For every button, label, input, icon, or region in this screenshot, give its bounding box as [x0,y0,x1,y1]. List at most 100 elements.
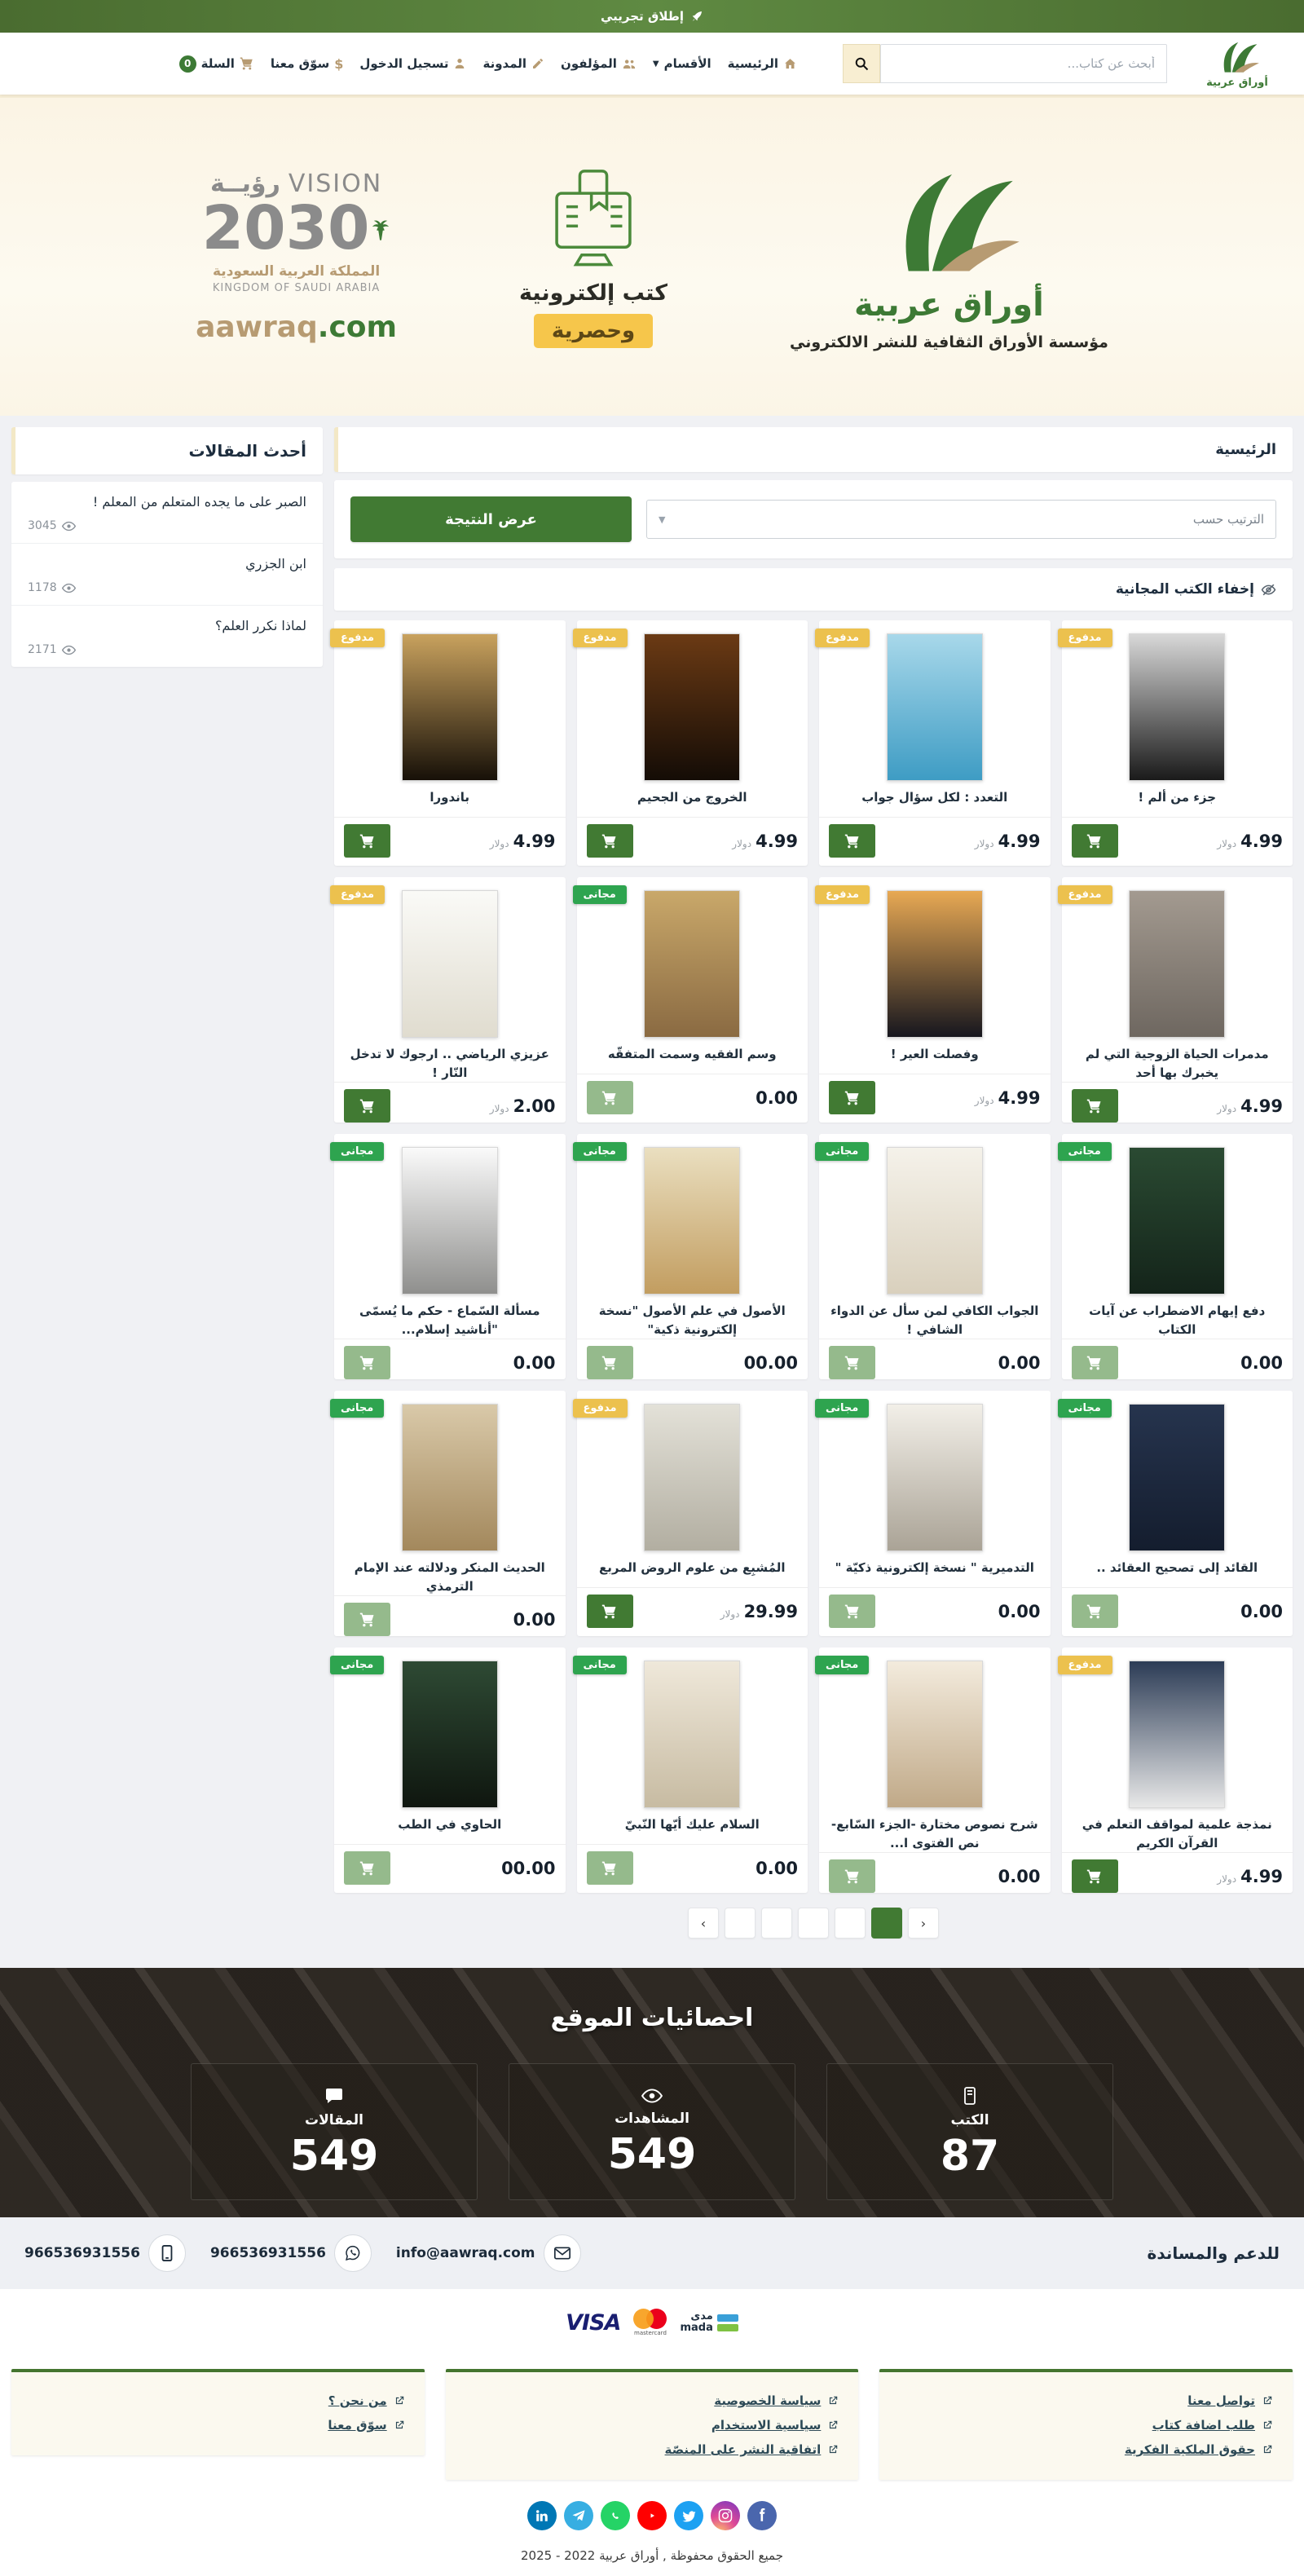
add-to-cart-button[interactable] [829,824,875,858]
book-card[interactable]: مجانى القائد إلى تصحيح العقائد .. 0.00 [1062,1391,1293,1636]
book-title[interactable]: القائد إلى تصحيح العقائد .. [1062,1559,1293,1577]
footer-link[interactable]: طلب اضافة كتاب [899,2418,1273,2433]
add-to-cart-button[interactable] [587,1595,633,1628]
book-card[interactable]: مدفوع باندورا 4.99 دولار [334,620,566,866]
book-cover[interactable] [644,1404,740,1551]
book-card[interactable]: مجانى الجواب الكافي لمن سأل عن الدواء ال… [819,1134,1051,1379]
nav-item-home[interactable]: الرئيسية [728,56,797,71]
footer-link[interactable]: حقوق الملكية الفكرية [899,2442,1273,2457]
facebook-icon[interactable] [747,2501,777,2530]
twitter-icon[interactable] [674,2501,703,2530]
book-title[interactable]: جزء من ألم ! [1062,788,1293,807]
pagination-page[interactable] [871,1908,902,1939]
article-item[interactable]: الصبر على ما يجده المتعلم من المعلم ! 30… [11,482,323,544]
pagination-page[interactable] [798,1908,829,1939]
book-cover[interactable] [1129,1404,1225,1551]
pagination-page[interactable] [725,1908,756,1939]
youtube-icon[interactable] [637,2501,667,2530]
book-card[interactable]: مدفوع الخروج من الجحيم 4.99 دولار [577,620,808,866]
nav-item-login[interactable]: تسجيل الدخول [359,56,466,71]
footer-link[interactable]: سياسة الخصوصية [465,2393,839,2408]
book-title[interactable]: السلام عليك أيّها النّبيّ [577,1815,808,1834]
book-title[interactable]: الحاوي في الطب [334,1815,566,1834]
search-input[interactable] [880,44,1167,83]
add-to-cart-button[interactable] [344,1603,390,1636]
book-cover[interactable] [887,1661,983,1808]
add-to-cart-button[interactable] [587,1346,633,1379]
nav-item-cart[interactable]: السلة 0 [179,55,254,73]
add-to-cart-button[interactable] [344,1851,390,1885]
whatsapp-icon[interactable] [601,2501,630,2530]
support-phone[interactable]: 966536931556 [24,2234,186,2272]
add-to-cart-button[interactable] [829,1081,875,1114]
book-title[interactable]: التعدد : لكل سؤال جواب [819,788,1051,807]
add-to-cart-button[interactable] [829,1346,875,1379]
breadcrumb[interactable]: الرئيسية [334,427,1293,472]
book-title[interactable]: نمذجة علمية لمواقف التعلم في القرآن الكر… [1062,1815,1293,1852]
book-card[interactable]: مجانى الأصول في علم الأصول "نسخة إلكترون… [577,1134,808,1379]
book-cover[interactable] [402,890,498,1038]
sort-select[interactable]: الترتيب حسب ▼ [646,500,1276,539]
add-to-cart-button[interactable] [829,1595,875,1628]
site-logo[interactable]: أوراق عربية [1188,39,1286,89]
book-title[interactable]: دفع إيهام الاضطراب عن آيات الكتاب [1062,1302,1293,1339]
book-card[interactable]: مدفوع التعدد : لكل سؤال جواب 4.99 دولار [819,620,1051,866]
book-cover[interactable] [1129,890,1225,1038]
book-card[interactable]: مجانى وسم الفقيه وسمت المتفقّه 0.00 [577,877,808,1123]
add-to-cart-button[interactable] [587,1081,633,1114]
book-title[interactable]: الجواب الكافي لمن سأل عن الدواء الشافي ! [819,1302,1051,1339]
add-to-cart-button[interactable] [1072,1089,1118,1123]
book-card[interactable]: مجانى مسألة السّماع - حكم ما يُسمّى "أنا… [334,1134,566,1379]
support-email[interactable]: info@aawraq.com [396,2234,581,2272]
book-card[interactable]: مدفوع مدمرات الحياة الزوجية التي لم يخبر… [1062,877,1293,1123]
show-results-button[interactable]: عرض النتيجة [350,496,632,542]
book-title[interactable]: المُشبِع من علوم الروض المربع [577,1559,808,1577]
add-to-cart-button[interactable] [1072,1346,1118,1379]
book-card[interactable]: مجانى التدميرية " نسخة إلكترونية ذكيّة "… [819,1391,1051,1636]
nav-item-blog[interactable]: المدونة [482,56,544,71]
add-to-cart-button[interactable] [1072,1595,1118,1628]
book-card[interactable]: مدفوع المُشبِع من علوم الروض المربع 29.9… [577,1391,808,1636]
book-cover[interactable] [887,890,983,1038]
add-to-cart-button[interactable] [1072,1859,1118,1893]
book-cover[interactable] [887,1147,983,1295]
article-item[interactable]: ابن الجزري 1178 [11,544,323,606]
book-cover[interactable] [1129,1661,1225,1808]
book-cover[interactable] [644,1147,740,1295]
article-title[interactable]: لماذا نكرر العلم؟ [28,618,306,633]
book-card[interactable]: مجانى السلام عليك أيّها النّبيّ 0.00 [577,1647,808,1893]
article-title[interactable]: ابن الجزري [28,556,306,571]
book-title[interactable]: باندورا [334,788,566,807]
book-cover[interactable] [644,890,740,1038]
book-title[interactable]: مدمرات الحياة الزوجية التي لم يخبرك بها … [1062,1045,1293,1082]
pagination-page[interactable] [835,1908,866,1939]
nav-item-authors[interactable]: المؤلفون [561,56,637,71]
book-title[interactable]: عزيزي الرياضي .. ارجوك لا تدخل النّار ! [334,1045,566,1082]
book-title[interactable]: الأصول في علم الأصول "نسخة إلكترونية ذكي… [577,1302,808,1339]
pagination-prev[interactable]: ‹ [688,1908,719,1939]
book-card[interactable]: مجانى دفع إيهام الاضطراب عن آيات الكتاب … [1062,1134,1293,1379]
book-cover[interactable] [402,1404,498,1551]
pagination-page[interactable] [761,1908,792,1939]
book-title[interactable]: وفصلت العير ! [819,1045,1051,1064]
linkedin-icon[interactable] [527,2501,557,2530]
add-to-cart-button[interactable] [829,1859,875,1893]
article-title[interactable]: الصبر على ما يجده المتعلم من المعلم ! [28,494,306,509]
book-card[interactable]: مدفوع وفصلت العير ! 4.99 دولار [819,877,1051,1123]
instagram-icon[interactable] [711,2501,740,2530]
support-whatsapp[interactable]: 966536931556 [210,2234,372,2272]
add-to-cart-button[interactable] [587,824,633,858]
book-card[interactable]: مدفوع جزء من ألم ! 4.99 دولار [1062,620,1293,866]
book-cover[interactable] [402,633,498,781]
book-cover[interactable] [887,1404,983,1551]
book-cover[interactable] [644,1661,740,1808]
search-button[interactable] [843,44,880,83]
book-cover[interactable] [1129,1147,1225,1295]
telegram-icon[interactable] [564,2501,593,2530]
nav-item-affiliate[interactable]: $ سوّق معنا [271,56,343,72]
nav-item-categories[interactable]: الأقسام ▼ [653,56,711,71]
footer-link[interactable]: تواصل معنا [899,2393,1273,2408]
book-title[interactable]: التدميرية " نسخة إلكترونية ذكيّة " [819,1559,1051,1577]
book-title[interactable]: الخروج من الجحيم [577,788,808,807]
footer-link[interactable]: سوّق معنا [31,2418,405,2433]
